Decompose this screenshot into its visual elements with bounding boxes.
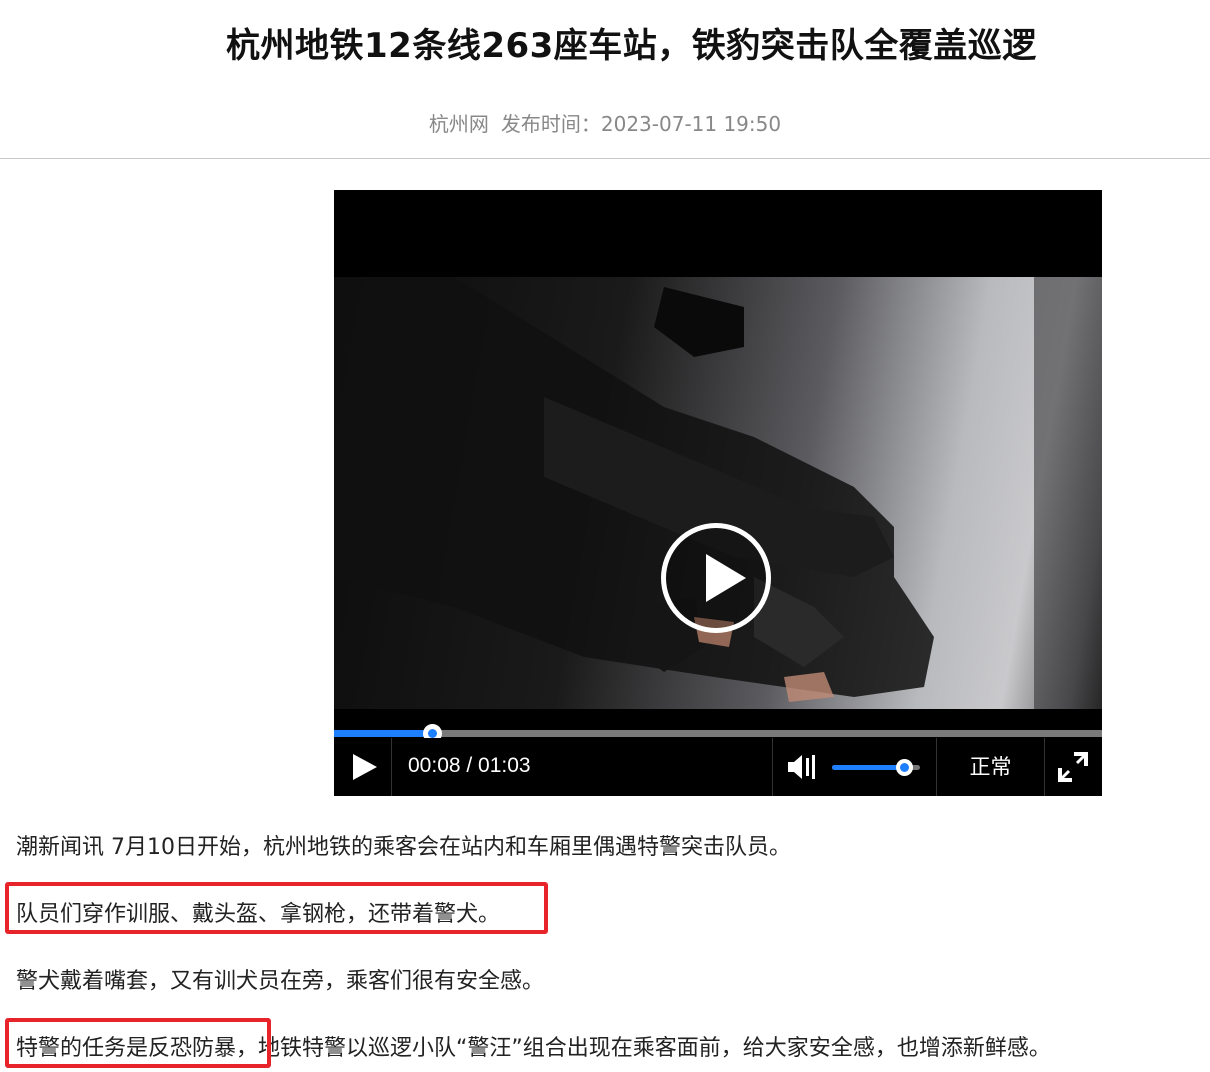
play-icon[interactable]: [334, 738, 392, 796]
article-title: 杭州地铁12条线263座车站，铁豹突击队全覆盖巡逻: [226, 26, 1037, 66]
video-still-image: [334, 277, 1102, 709]
time-display: 00:08 / 01:03: [408, 754, 531, 777]
volume-icon[interactable]: [772, 738, 831, 796]
player-controls: 00:08 / 01:03 正常: [334, 738, 1102, 796]
fullscreen-icon[interactable]: [1044, 738, 1102, 796]
play-circle-icon[interactable]: [661, 523, 771, 633]
header-divider: [0, 158, 1210, 159]
highlight-box-paragraph-4: [5, 1018, 271, 1068]
highlight-box-paragraph-2: [5, 882, 548, 934]
publish-time: 发布时间：2023-07-11 19:50: [500, 112, 782, 136]
article-source[interactable]: 杭州网: [429, 112, 489, 136]
progress-bar[interactable]: [334, 724, 1102, 743]
playback-speed-button[interactable]: 正常: [936, 738, 1045, 796]
progress-fill: [334, 730, 432, 737]
volume-handle[interactable]: [896, 759, 914, 776]
article-meta: 杭州网 发布时间：2023-07-11 19:50: [0, 108, 1210, 137]
paragraph-1: 潮新闻讯 7月10日开始，杭州地铁的乘客会在站内和车厢里偶遇特警突击队员。: [16, 835, 791, 860]
video-player[interactable]: 00:08 / 01:03 正常: [334, 190, 1102, 796]
volume-slider[interactable]: [832, 759, 920, 776]
paragraph-4-rest: ，地铁特警以巡逻小队“警汪”组合出现在乘客面前，给大家安全感，也增添新鲜感。: [236, 1036, 1051, 1061]
paragraph-3: 警犬戴着嘴套，又有训犬员在旁，乘客们很有安全感。: [16, 969, 545, 994]
volume-fill: [832, 765, 905, 770]
video-frame[interactable]: [334, 277, 1102, 709]
